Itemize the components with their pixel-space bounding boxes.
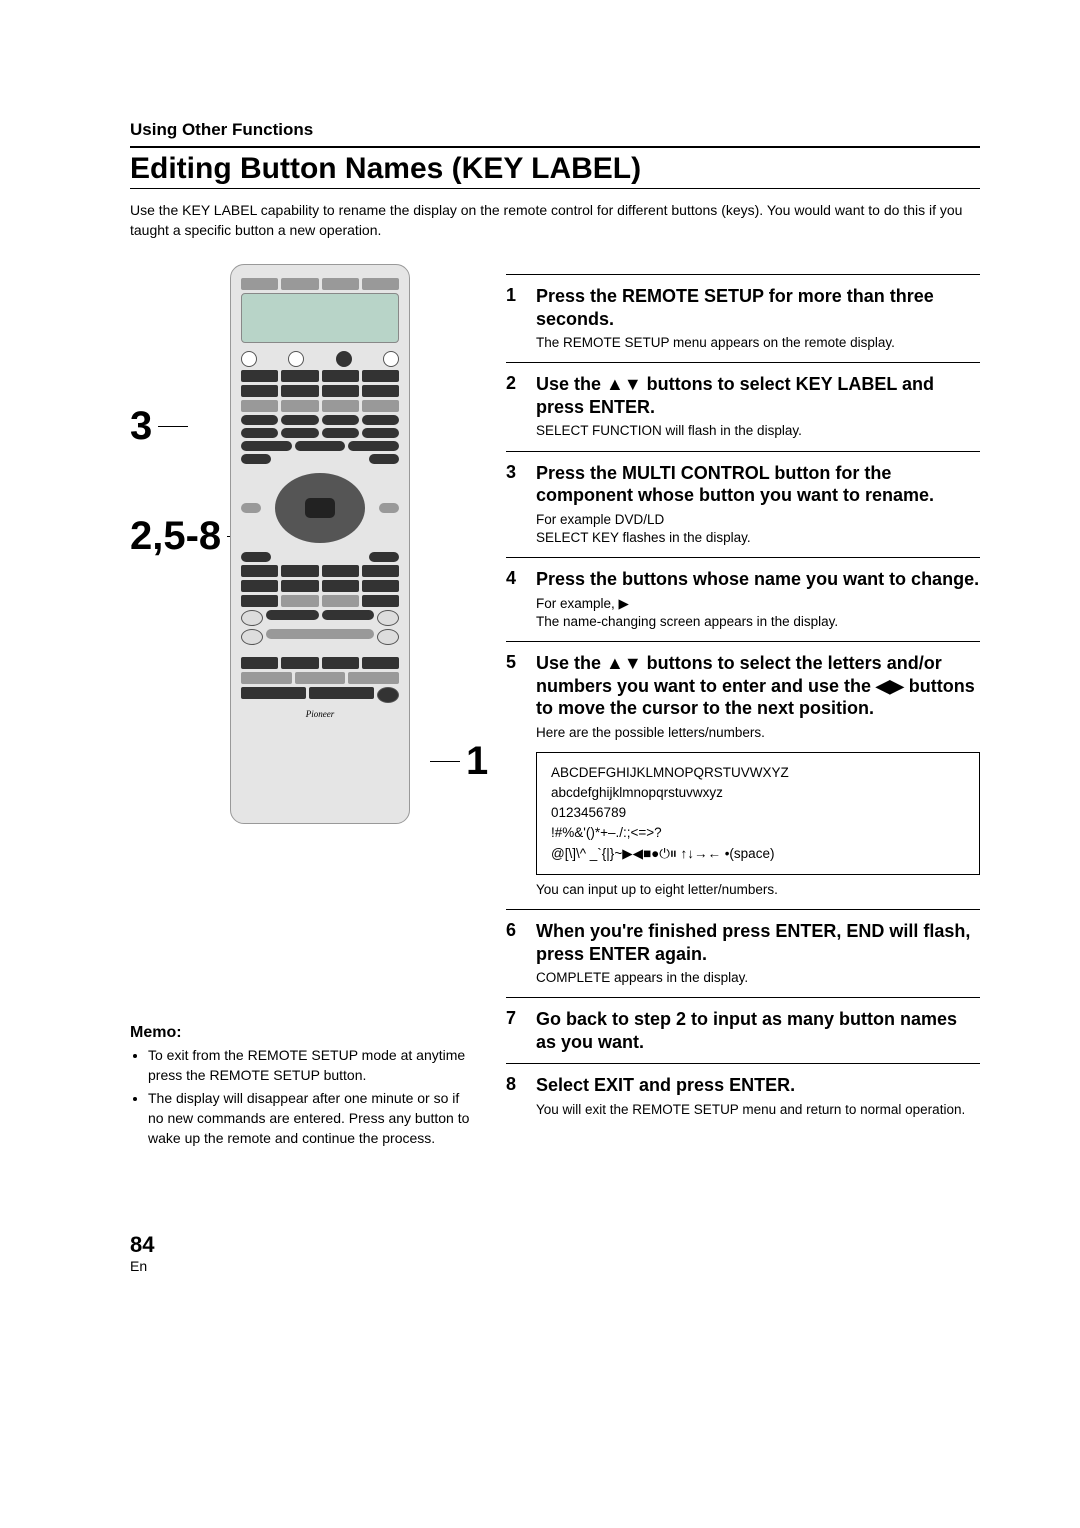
- step-desc: SELECT FUNCTION will flash in the displa…: [536, 422, 980, 440]
- callout-3: 3: [130, 404, 188, 449]
- charbox-line: abcdefghijklmnopqrstuvwxyz: [551, 783, 965, 803]
- step-number: 1: [506, 285, 526, 352]
- charbox-line: ABCDEFGHIJKLMNOPQRSTUVWXYZ: [551, 763, 965, 783]
- charbox-line: 0123456789: [551, 803, 965, 823]
- step-8: 8 Select EXIT and press ENTER. You will …: [506, 1074, 980, 1119]
- step-desc: For example, ▶ The name-changing screen …: [536, 595, 980, 631]
- memo-item: The display will disappear after one min…: [148, 1089, 470, 1148]
- step-4: 4 Press the buttons whose name you want …: [506, 568, 980, 631]
- step-7: 7 Go back to step 2 to input as many but…: [506, 1008, 980, 1053]
- rule: [130, 188, 980, 189]
- step-title: Press the buttons whose name you want to…: [536, 568, 980, 591]
- character-box: ABCDEFGHIJKLMNOPQRSTUVWXYZ abcdefghijklm…: [536, 752, 980, 875]
- step-title: Select EXIT and press ENTER.: [536, 1074, 980, 1097]
- step-desc: For example DVD/LD SELECT KEY flashes in…: [536, 511, 980, 547]
- step-title: Use the ▲▼ buttons to select KEY LABEL a…: [536, 373, 980, 418]
- step-5: 5 Use the ▲▼ buttons to select the lette…: [506, 652, 980, 899]
- step-2: 2 Use the ▲▼ buttons to select KEY LABEL…: [506, 373, 980, 440]
- rule: [130, 146, 980, 148]
- memo-item: To exit from the REMOTE SETUP mode at an…: [148, 1046, 470, 1085]
- remote-diagram: 3 2,5-8 1: [130, 264, 470, 824]
- step-title: Press the REMOTE SETUP for more than thr…: [536, 285, 980, 330]
- memo-title: Memo:: [130, 1024, 470, 1042]
- step-number: 2: [506, 373, 526, 440]
- page-title: Editing Button Names (KEY LABEL): [130, 152, 980, 186]
- charbox-line: @[\]\^ _`{|}~▶◀■●⏻⏸ ↑↓→← •(space): [551, 844, 965, 864]
- step-3: 3 Press the MULTI CONTROL button for the…: [506, 462, 980, 547]
- callout-1: 1: [430, 739, 488, 784]
- step-desc: The REMOTE SETUP menu appears on the rem…: [536, 334, 980, 352]
- step-desc: You will exit the REMOTE SETUP menu and …: [536, 1101, 980, 1119]
- step-title: Go back to step 2 to input as many butto…: [536, 1008, 980, 1053]
- remote-lcd: [241, 293, 399, 343]
- page-number: 84: [130, 1232, 980, 1258]
- intro-text: Use the KEY LABEL capability to rename t…: [130, 201, 980, 240]
- section-label: Using Other Functions: [130, 120, 980, 140]
- memo-list: To exit from the REMOTE SETUP mode at an…: [130, 1046, 470, 1148]
- step-number: 8: [506, 1074, 526, 1119]
- step-1: 1 Press the REMOTE SETUP for more than t…: [506, 285, 980, 352]
- step-title: Use the ▲▼ buttons to select the letters…: [536, 652, 980, 720]
- step-number: 7: [506, 1008, 526, 1053]
- step-6: 6 When you're finished press ENTER, END …: [506, 920, 980, 987]
- step-number: 3: [506, 462, 526, 547]
- step-number: 5: [506, 652, 526, 899]
- charbox-line: !#%&'()*+–./:;<=>?: [551, 823, 965, 843]
- page-language: En: [130, 1258, 980, 1274]
- step-title: Press the MULTI CONTROL button for the c…: [536, 462, 980, 507]
- brand-logo: Pioneer: [241, 709, 399, 719]
- step-desc: COMPLETE appears in the display.: [536, 969, 980, 987]
- step-number: 4: [506, 568, 526, 631]
- remote-body: Pioneer: [230, 264, 410, 824]
- step-desc: You can input up to eight letter/numbers…: [536, 881, 980, 899]
- step-desc: Here are the possible letters/numbers.: [536, 724, 980, 742]
- dpad: [275, 473, 365, 543]
- step-number: 6: [506, 920, 526, 987]
- step-title: When you're finished press ENTER, END wi…: [536, 920, 980, 965]
